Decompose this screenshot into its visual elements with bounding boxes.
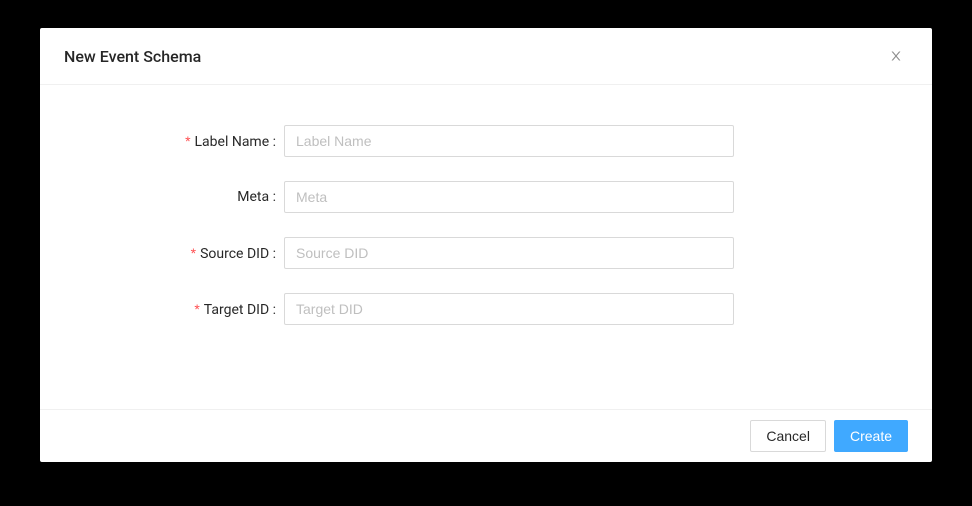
label-text: Meta : (237, 189, 276, 205)
modal-body: *Label Name : Meta : *Source DID : *Targ… (40, 85, 932, 409)
cancel-button[interactable]: Cancel (750, 420, 826, 452)
form-row-label-name: * Label Name : (64, 125, 908, 157)
create-button[interactable]: Create (834, 420, 908, 452)
required-mark: * (185, 133, 190, 149)
close-icon (889, 49, 903, 63)
label-text: Label Name : (195, 134, 276, 150)
target-did-label: * Target DID : (64, 301, 284, 318)
new-event-schema-modal: New Event Schema *Label Name : Meta : *S… (40, 28, 932, 462)
meta-input[interactable] (284, 181, 734, 213)
label-name-input[interactable] (284, 125, 734, 157)
label-text: Source DID : (200, 246, 276, 262)
modal-header: New Event Schema (40, 28, 932, 85)
modal-footer: Cancel Create (40, 409, 932, 462)
required-mark: * (191, 245, 196, 261)
form-row-source-did: *Source DID : (64, 237, 908, 269)
form-row-meta: Meta : (64, 181, 908, 213)
source-did-input[interactable] (284, 237, 734, 269)
required-mark: * (194, 301, 199, 317)
target-did-input[interactable] (284, 293, 734, 325)
source-did-label: *Source DID : (64, 245, 284, 262)
label-text: Target DID : (204, 302, 276, 318)
meta-label: Meta : (64, 189, 284, 205)
close-button[interactable] (884, 44, 908, 68)
label-name-label: * Label Name : (64, 133, 284, 150)
modal-title: New Event Schema (64, 47, 201, 66)
form-row-target-did: * Target DID : (64, 293, 908, 325)
